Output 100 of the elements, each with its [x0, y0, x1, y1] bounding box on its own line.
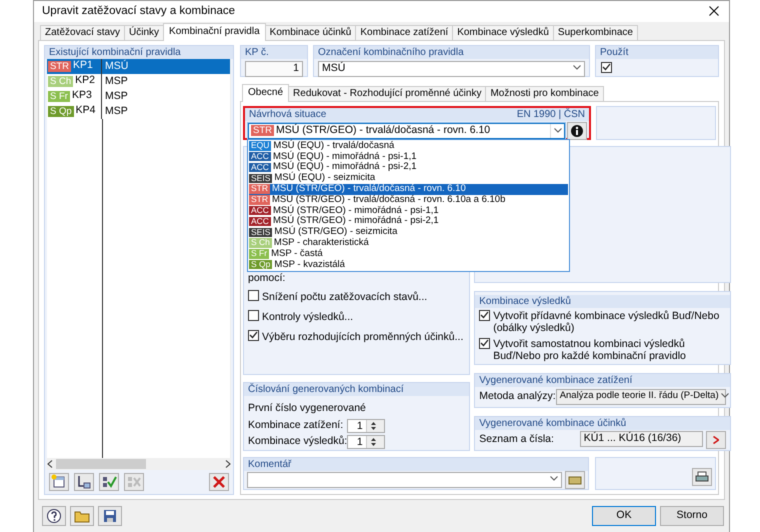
dropdown-option[interactable]: S Qp MSP - kvazistálá	[249, 259, 568, 270]
spin-field[interactable]: 1	[347, 418, 386, 433]
chevron-icon	[573, 65, 581, 70]
tab[interactable]: Kombinační pravidla	[163, 22, 266, 41]
analysis-dropdown[interactable]: Analýza podle teorie II. řádu (P-Delta)	[556, 388, 726, 405]
group-heading: Číslování generovaných kombinací	[244, 382, 470, 396]
field-label: Kombinace výsledků:	[248, 434, 348, 449]
comment-button[interactable]	[565, 470, 585, 489]
checkbox[interactable]: Výběru rozhodujících proměnných účinků...	[244, 328, 470, 348]
toolbar-button[interactable]	[98, 506, 122, 526]
category-tag: S Fr	[48, 90, 70, 102]
category-tag: STR	[249, 195, 270, 205]
toolbar-button[interactable]	[42, 506, 66, 526]
group-heading: Kombinace výsledků	[475, 294, 730, 308]
tab[interactable]: Obecné	[242, 84, 290, 102]
group-heading: Použít	[596, 46, 718, 59]
category-tag: ACC	[249, 152, 271, 162]
print-button[interactable]	[692, 468, 712, 486]
close-icon[interactable]	[709, 6, 719, 16]
chevron-icon	[550, 476, 558, 482]
list-cell[interactable]: MSP	[102, 88, 230, 104]
dropdown-option[interactable]: EQU MSÚ (EQU) - trvalá/dočasná	[249, 140, 568, 152]
situation-dropdown[interactable]: STR MSÚ (STR/GEO) - trvalá/dočasná - rovn. 6.10	[248, 122, 565, 139]
dropdown-option[interactable]: ACC MSÚ (STR/GEO) - mimořádná - psi-1,1	[249, 205, 568, 216]
dialog-button[interactable]: Storno	[660, 506, 724, 526]
comment-field[interactable]	[247, 472, 562, 488]
dropdown-option[interactable]: SEIS MSÚ (EQU) - seizmicita	[249, 172, 568, 184]
tab[interactable]: Možnosti pro kombinace	[485, 86, 604, 101]
dropdown-option[interactable]: S Ch MSP - charakteristická	[249, 238, 568, 248]
spin-field[interactable]: 1	[347, 434, 386, 449]
rule-number: KP4	[76, 103, 96, 118]
group-heading: Vygenerované kombinace zatížení	[475, 374, 730, 387]
category-tag: S Ch	[249, 238, 272, 248]
group-heading: Vygenerované kombinace účinků	[475, 416, 730, 430]
standard-label: EN 1990 | ČSN	[516, 108, 585, 121]
field-label: Seznam a čísla:	[479, 432, 554, 447]
caption-text: První číslo vygenerované	[247, 400, 367, 416]
delete-button[interactable]	[209, 472, 229, 491]
category-tag: S Ch	[48, 76, 74, 87]
info-button[interactable]	[567, 122, 587, 140]
scrollbar[interactable]	[47, 458, 231, 470]
category-tag: STR	[249, 184, 270, 194]
dropdown-option[interactable]: ACC MSÚ (STR/GEO) - mimořádná - psi-2,1	[249, 216, 568, 227]
chevron-icon	[720, 393, 729, 398]
tool-button[interactable]	[99, 472, 119, 491]
info-icon	[571, 124, 583, 137]
checkbox[interactable]: Vytvořit samostatnou kombinaci výsledků Buď/Nebo pro každé kombinační pravidlo	[475, 336, 730, 364]
save-icon	[102, 508, 118, 524]
tool-button[interactable]	[49, 472, 69, 491]
tab[interactable]: Kombinace výsledků	[452, 24, 554, 40]
check-icon	[480, 311, 490, 320]
tab[interactable]: Účinky	[124, 24, 164, 40]
tab[interactable]: Kombinace zatížení	[355, 24, 454, 40]
dropdown-option[interactable]: STR MSÚ (STR/GEO) - trvalá/dočasná - rovn. 6.10	[249, 184, 568, 194]
chevron-icon	[554, 128, 562, 134]
checkbox[interactable]: Kontroly výsledků...	[244, 308, 470, 328]
number-field[interactable]: 1	[245, 60, 303, 77]
category-tag: EQU	[249, 141, 272, 151]
group-heading: Návrhová situace	[249, 108, 326, 121]
category-tag: SEIS	[249, 174, 272, 184]
category-tag: S Qp	[249, 260, 272, 270]
category-tag: S Qp	[48, 106, 74, 117]
list-cell[interactable]: S Ch KP2	[47, 74, 102, 89]
tab[interactable]: Superkombinace	[552, 24, 638, 40]
selected-text: MSÚ (STR/GEO) - trvalá/dočasná - rovn. 6.10	[276, 122, 490, 138]
list-cell[interactable]: MSP	[102, 104, 230, 119]
dropdown-option[interactable]: S Fr MSP - častá	[249, 248, 568, 260]
spin-arrows-icon[interactable]	[371, 420, 376, 431]
dropdown-option[interactable]: ACC MSÚ (EQU) - mimořádná - psi-2,1	[249, 162, 568, 173]
list-cell[interactable]: S Qp KP4	[47, 104, 102, 119]
list-cell[interactable]: STR KP1	[47, 58, 102, 74]
group-heading: Komentář	[244, 458, 588, 471]
field-label: Metoda analýzy:	[479, 388, 556, 404]
checkbox[interactable]	[601, 62, 612, 73]
dropdown-option[interactable]: ACC MSÚ (EQU) - mimořádná - psi-1,1	[249, 151, 568, 162]
name-dropdown[interactable]: MSÚ	[318, 60, 585, 77]
tab[interactable]: Redukovat - Rozhodující proměnné účinky	[288, 86, 486, 101]
category-tag: STR	[48, 60, 71, 72]
tab[interactable]: Zatěžovací stavy	[40, 24, 126, 40]
rule-number: KP1	[73, 58, 93, 74]
rule-number: KP3	[72, 88, 92, 104]
list-cell[interactable]: MSP	[102, 74, 230, 89]
new-sheet-icon	[51, 474, 67, 490]
window-title: Upravit zatěžovací stavy a kombinace	[42, 4, 236, 19]
tool-button[interactable]	[74, 472, 94, 491]
tab[interactable]: Kombinace účinků	[264, 24, 356, 40]
checkbox[interactable]: Snížení počtu zatěžovacích stavů...	[244, 288, 470, 308]
dialog-button[interactable]: OK	[592, 506, 656, 526]
category-tag: STR	[251, 125, 274, 136]
printer-icon	[695, 470, 709, 483]
check-icon	[602, 63, 611, 72]
checkbox[interactable]: Vytvořit přídavné kombinace výsledků Buď/Nebo (obálky výsledků)	[475, 308, 730, 336]
list-field: KÚ1 ... KÚ16 (16/36)	[580, 430, 703, 447]
spin-arrows-icon[interactable]	[371, 436, 376, 447]
dropdown-option[interactable]: STR MSÚ (STR/GEO) - trvalá/dočasná - rovn. 6.10a a 6.10b	[249, 194, 568, 206]
dropdown-option[interactable]: SEIS MSÚ (STR/GEO) - seizmicita	[249, 226, 568, 238]
list-cell[interactable]: MSÚ	[102, 58, 230, 74]
rule-number: KP2	[75, 73, 95, 88]
go-button[interactable]	[706, 430, 726, 449]
list-cell[interactable]: S Fr KP3	[47, 88, 102, 104]
